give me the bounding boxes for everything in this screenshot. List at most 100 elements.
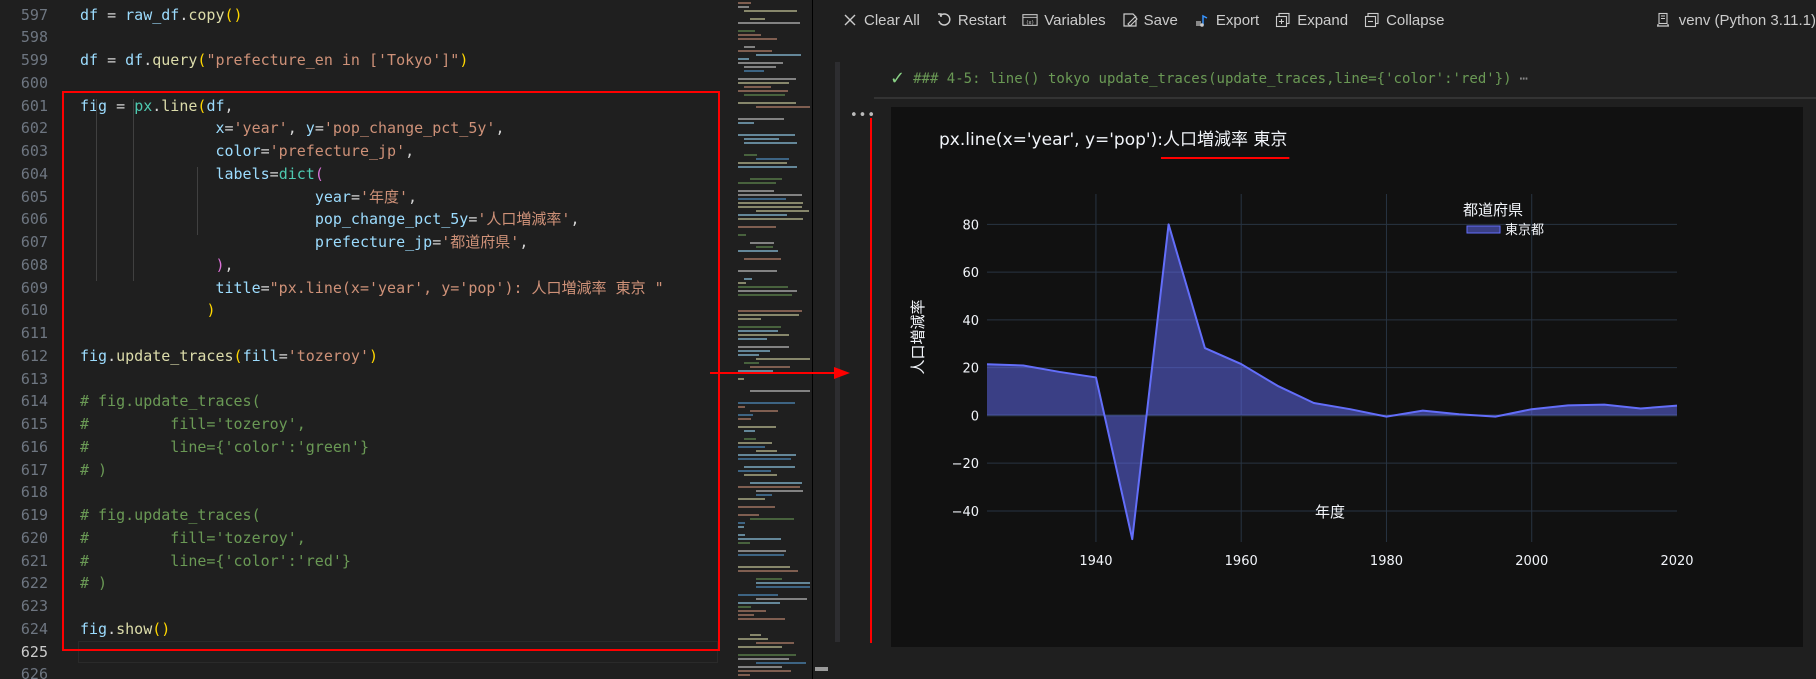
minimap-line xyxy=(738,566,790,568)
minimap-line xyxy=(738,350,771,352)
code-line[interactable]: 607 prefecture_jp='都道府県', xyxy=(0,231,730,254)
code-line[interactable]: 625 xyxy=(0,640,730,664)
code-line[interactable]: 606 pop_change_pct_5y='人口増減率', xyxy=(0,208,730,231)
minimap-line xyxy=(738,90,789,92)
code-line[interactable]: 599 df = df.query("prefecture_en in ['Tok… xyxy=(0,49,730,72)
minimap-line xyxy=(744,258,781,260)
minimap-line xyxy=(750,482,802,484)
code-line[interactable]: 618 xyxy=(0,481,730,504)
code-line[interactable]: 603 color='prefecture_jp', xyxy=(0,140,730,163)
expand-label: Expand xyxy=(1297,11,1349,29)
code-line[interactable]: 604 labels=dict( xyxy=(0,163,730,186)
minimap-line xyxy=(750,178,783,180)
minimap-line xyxy=(738,666,783,668)
expand-button[interactable]: Expand xyxy=(1275,12,1348,29)
minimap-line xyxy=(738,470,772,472)
notebook-scrollbar[interactable] xyxy=(835,62,840,642)
code-line[interactable]: 620 # fill='tozeroy', xyxy=(0,527,730,550)
minimap-line xyxy=(738,606,751,608)
cell-header[interactable]: ✓ ### 4-5: line() tokyo update_traces(up… xyxy=(890,68,1528,89)
code-text: fig.show() xyxy=(80,619,171,638)
minimap-line xyxy=(756,450,778,452)
code-line[interactable]: 619 # fig.update_traces( xyxy=(0,504,730,527)
cell-divider xyxy=(874,97,1816,99)
line-number: 602 xyxy=(20,119,48,138)
line-number: 614 xyxy=(20,392,48,411)
indent-guide xyxy=(197,167,198,235)
series-area-fill xyxy=(987,224,1677,540)
output-highlight-line xyxy=(870,118,872,643)
minimap-line xyxy=(738,58,750,60)
code-line[interactable]: 617 # ) xyxy=(0,459,730,482)
restart-label: Restart xyxy=(957,11,1007,29)
code-editor[interactable]: 597 df = raw_df.copy() 598 599 df = df.query… xyxy=(0,0,730,679)
chart-title-jp: 人口増減率 東京 xyxy=(1163,130,1287,150)
minimap-line xyxy=(744,142,798,144)
minimap-line xyxy=(738,378,745,380)
code-text: # fill='tozeroy', xyxy=(80,415,306,433)
minimap-line xyxy=(738,234,747,236)
code-line[interactable]: 626 xyxy=(0,663,730,679)
code-line[interactable]: 601 fig = px.line(df, xyxy=(0,95,730,118)
line-number: 625 xyxy=(20,642,48,661)
code-line[interactable]: 598 xyxy=(0,26,730,49)
code-line[interactable]: 613 xyxy=(0,368,730,391)
minimap-line xyxy=(738,610,766,612)
collapse-button[interactable]: Collapse xyxy=(1364,12,1444,29)
minimap-line xyxy=(750,518,795,520)
code-line[interactable]: 602 x='year', y='pop_change_pct_5y', xyxy=(0,117,730,140)
code-text: # fill='tozeroy', xyxy=(80,528,306,547)
code-line[interactable]: 614 # fig.update_traces( xyxy=(0,390,730,413)
y-tick-label: −20 xyxy=(952,457,979,472)
code-line[interactable]: 597 df = raw_df.copy() xyxy=(0,4,730,27)
plotly-chart[interactable]: −40 −20 0 20 40 60 80 1940 1960 1980 2000 2020 px.l… xyxy=(891,107,1803,647)
cell-ellipsis[interactable]: ⋯ xyxy=(1520,71,1528,87)
minimap-line xyxy=(738,522,745,524)
code-line[interactable]: 608 ), xyxy=(0,254,730,277)
code-line[interactable]: 623 xyxy=(0,595,730,618)
line-number: 603 xyxy=(20,142,48,160)
code-line[interactable]: 609 title="px.line(x='year', y='pop'): 人… xyxy=(0,277,730,300)
clear-all-button[interactable]: Clear All xyxy=(842,12,920,29)
minimap-line xyxy=(738,614,755,616)
export-icon xyxy=(1194,12,1210,28)
restart-button[interactable]: Restart xyxy=(936,12,1006,29)
minimap-line xyxy=(738,514,759,516)
chart-svg: −40 −20 0 20 40 60 80 1940 1960 1980 2000 2020 px.l… xyxy=(909,130,1694,569)
line-number: 618 xyxy=(20,483,48,502)
code-line[interactable]: 612 fig.update_traces(fill='tozeroy') xyxy=(0,345,730,368)
save-button[interactable]: Save xyxy=(1122,12,1178,29)
code-text: x='year', y='pop_change_pct_5y', xyxy=(215,119,505,138)
code-line[interactable]: 600 xyxy=(0,72,730,95)
minimap-line xyxy=(756,578,783,580)
export-button[interactable]: Export xyxy=(1194,12,1259,29)
minimap-line xyxy=(738,454,796,456)
minimap[interactable] xyxy=(730,0,812,679)
code-line[interactable]: 622 # ) xyxy=(0,572,730,595)
editor-scrollbar[interactable] xyxy=(813,0,830,679)
code-text: # fig.update_traces( xyxy=(80,506,261,524)
code-line[interactable]: 616 # line={'color':'green'} xyxy=(0,436,730,459)
code-line[interactable]: 611 xyxy=(0,322,730,345)
minimap-line xyxy=(738,118,784,120)
legend-label: 東京都 xyxy=(1505,222,1544,238)
x-tick-label: 1940 xyxy=(1079,554,1112,569)
line-number: 622 xyxy=(20,574,48,593)
code-line[interactable]: 610 ) xyxy=(0,299,730,322)
minimap-line xyxy=(756,662,806,664)
code-line[interactable]: 624 fig.show() xyxy=(0,618,730,641)
code-line[interactable]: 621 # line={'color':'red'} xyxy=(0,550,730,573)
line-number: 620 xyxy=(20,528,48,547)
y-tick-label: 20 xyxy=(962,362,979,377)
code-text: title="px.line(x='year', y='pop'): 人口増減率… xyxy=(215,278,664,297)
code-text: # line={'color':'red'} xyxy=(80,551,351,570)
code-line[interactable]: 605 year='年度', xyxy=(0,186,730,209)
x-tick-label: 2020 xyxy=(1660,554,1693,569)
editor-scroll-thumb[interactable] xyxy=(815,667,828,671)
kernel-picker-button[interactable]: venv (Python 3.11.1) xyxy=(1655,0,1816,40)
output-more-actions-button[interactable]: ••• xyxy=(850,108,876,123)
variables-button[interactable]: (x) Variables xyxy=(1022,12,1106,29)
minimap-line xyxy=(738,102,797,104)
minimap-line xyxy=(750,410,779,412)
code-line[interactable]: 615 # fill='tozeroy', xyxy=(0,413,730,436)
